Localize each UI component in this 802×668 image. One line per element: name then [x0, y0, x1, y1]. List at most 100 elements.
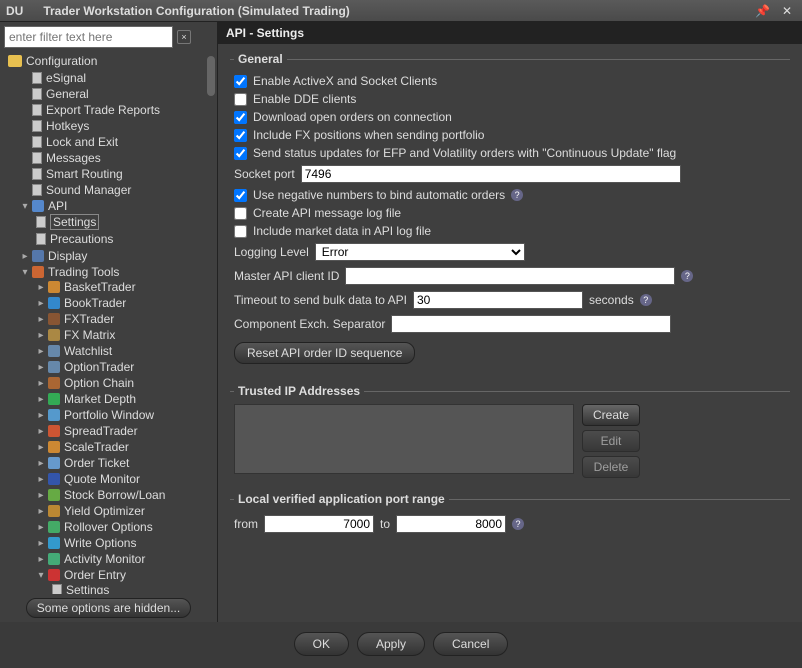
tree-item[interactable]: Hotkeys: [20, 119, 217, 133]
tree-item[interactable]: ▸Rollover Options: [36, 520, 217, 534]
checkbox[interactable]: [234, 75, 247, 88]
tree-item-label: Watchlist: [64, 344, 112, 358]
tree-item-api-precautions[interactable]: Precautions: [36, 232, 217, 246]
trusted-ip-list[interactable]: [234, 404, 574, 474]
tree-item[interactable]: ▸Yield Optimizer: [36, 504, 217, 518]
master-client-input[interactable]: [345, 267, 675, 285]
tree-item-api-settings[interactable]: Settings: [36, 214, 217, 230]
tree-item[interactable]: ▸Option Chain: [36, 376, 217, 390]
apply-button[interactable]: Apply: [357, 632, 425, 656]
document-icon: [32, 120, 42, 132]
tool-icon: [48, 441, 60, 453]
tree-item[interactable]: ▸Stock Borrow/Loan: [36, 488, 217, 502]
tree-item[interactable]: General: [20, 87, 217, 101]
account-label: DU: [6, 4, 23, 18]
tree-item[interactable]: ▸SpreadTrader: [36, 424, 217, 438]
to-input[interactable]: [396, 515, 506, 533]
tree-item-label: Portfolio Window: [64, 408, 154, 422]
tool-icon: [48, 537, 60, 549]
close-icon[interactable]: ✕: [778, 4, 796, 18]
help-icon[interactable]: ?: [640, 294, 652, 306]
tree-item[interactable]: ▸FX Matrix: [36, 328, 217, 342]
tree-item-display[interactable]: ▸Display: [20, 249, 217, 263]
help-icon[interactable]: ?: [511, 189, 523, 201]
tree-item[interactable]: ▸Watchlist: [36, 344, 217, 358]
from-input[interactable]: [264, 515, 374, 533]
panel-header: API - Settings: [218, 22, 802, 44]
scrollbar[interactable]: [207, 56, 215, 96]
tree-item[interactable]: ▸OptionTrader: [36, 360, 217, 374]
tree-item[interactable]: ▸ScaleTrader: [36, 440, 217, 454]
checkbox[interactable]: [234, 207, 247, 220]
hidden-options-button[interactable]: Some options are hidden...: [26, 598, 191, 618]
tree-item[interactable]: Export Trade Reports: [20, 103, 217, 117]
tree-item[interactable]: ▸Order Ticket: [36, 456, 217, 470]
separator-input[interactable]: [391, 315, 671, 333]
tree-item-label: Lock and Exit: [46, 135, 118, 149]
pin-icon[interactable]: 📌: [755, 4, 770, 18]
tree-item[interactable]: ▸Write Options: [36, 536, 217, 550]
ok-button[interactable]: OK: [294, 632, 349, 656]
tree-item-label: Precautions: [50, 232, 113, 246]
tool-icon: [48, 505, 60, 517]
document-icon: [32, 88, 42, 100]
socket-port-label: Socket port: [234, 167, 295, 181]
tree-item[interactable]: Messages: [20, 151, 217, 165]
checkbox[interactable]: [234, 147, 247, 160]
socket-port-input[interactable]: [301, 165, 681, 183]
tree-item[interactable]: ▸BasketTrader: [36, 280, 217, 294]
checkbox[interactable]: [234, 225, 247, 238]
create-button[interactable]: Create: [582, 404, 640, 426]
separator-label: Component Exch. Separator: [234, 317, 385, 331]
checkbox-label: Download open orders on connection: [253, 110, 452, 124]
tree-item-label: OptionTrader: [64, 360, 134, 374]
tree-item[interactable]: Lock and Exit: [20, 135, 217, 149]
tree-item-label: Settings: [66, 583, 109, 594]
edit-button[interactable]: Edit: [582, 430, 640, 452]
tree-item-order-entry-settings[interactable]: Settings: [52, 583, 217, 594]
help-icon[interactable]: ?: [681, 270, 693, 282]
tree-item[interactable]: ▸Quote Monitor: [36, 472, 217, 486]
tree-item-label: Rollover Options: [64, 520, 153, 534]
tool-icon: [48, 297, 60, 309]
checkbox[interactable]: [234, 93, 247, 106]
tree-item[interactable]: ▸FXTrader: [36, 312, 217, 326]
help-icon[interactable]: ?: [512, 518, 524, 530]
tree-root[interactable]: Configuration: [4, 52, 217, 70]
reset-api-button[interactable]: Reset API order ID sequence: [234, 342, 415, 364]
tree-item[interactable]: ▸Activity Monitor: [36, 552, 217, 566]
checkbox[interactable]: [234, 129, 247, 142]
tree-item[interactable]: ▸BookTrader: [36, 296, 217, 310]
tool-icon: [48, 313, 60, 325]
tree-item-label: SpreadTrader: [64, 424, 138, 438]
tree-item-api[interactable]: ▾API: [20, 199, 217, 213]
tree-item-label: eSignal: [46, 71, 86, 85]
tool-icon: [48, 409, 60, 421]
checkbox[interactable]: [234, 111, 247, 124]
tree-item[interactable]: Smart Routing: [20, 167, 217, 181]
tree-item[interactable]: eSignal: [20, 71, 217, 85]
timeout-input[interactable]: [413, 291, 583, 309]
cancel-button[interactable]: Cancel: [433, 632, 508, 656]
filter-input[interactable]: [4, 26, 173, 48]
checkbox-label: Enable ActiveX and Socket Clients: [253, 74, 437, 88]
tree-item-trading-tools[interactable]: ▾Trading Tools: [20, 265, 217, 279]
checkbox[interactable]: [234, 189, 247, 202]
logging-level-select[interactable]: Error: [315, 243, 525, 261]
tree-item-order-entry[interactable]: ▾Order Entry: [36, 568, 217, 582]
master-client-label: Master API client ID: [234, 269, 339, 283]
general-fieldset: General Enable ActiveX and Socket Client…: [230, 52, 790, 376]
from-label: from: [234, 517, 258, 531]
tree-item[interactable]: ▸Portfolio Window: [36, 408, 217, 422]
portrange-fieldset: Local verified application port range fr…: [230, 492, 790, 542]
sidebar: × Configuration eSignal General Export Tra…: [0, 22, 218, 622]
tree-item[interactable]: Sound Manager: [20, 183, 217, 197]
portrange-legend: Local verified application port range: [234, 492, 449, 506]
clear-icon[interactable]: ×: [177, 30, 191, 44]
tool-icon: [48, 457, 60, 469]
tool-icon: [48, 521, 60, 533]
tool-icon: [48, 393, 60, 405]
tree-item[interactable]: ▸Market Depth: [36, 392, 217, 406]
delete-button[interactable]: Delete: [582, 456, 640, 478]
tool-icon: [48, 377, 60, 389]
